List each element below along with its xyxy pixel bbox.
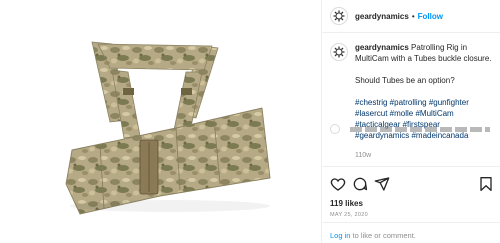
share-icon[interactable] xyxy=(374,176,390,192)
comment-preview-line xyxy=(350,127,490,132)
chest-rig-photo xyxy=(65,41,271,215)
action-bar xyxy=(322,166,500,200)
header-separator: • xyxy=(411,11,415,21)
login-prompt-text: to like or comment. xyxy=(350,231,416,240)
caption-comment: geardynamics Patrolling Rig in MultiCam … xyxy=(330,42,492,161)
bookmark-icon[interactable] xyxy=(478,176,494,192)
post-date: MAY 25, 2020 xyxy=(330,212,368,218)
next-comment-preview xyxy=(330,124,498,136)
commenter-avatar[interactable] xyxy=(330,124,340,134)
post-sidebar: geardynamics • Follow geardynamics Patro… xyxy=(322,0,500,243)
heart-icon[interactable] xyxy=(330,176,346,192)
gear-logo-icon[interactable] xyxy=(330,7,348,25)
post-image[interactable] xyxy=(0,0,322,243)
caption-question: Should Tubes be an option? xyxy=(355,76,455,85)
comment-icon[interactable] xyxy=(352,176,368,192)
follow-button[interactable]: Follow xyxy=(418,12,443,21)
post-header: geardynamics • Follow xyxy=(322,0,500,33)
caption-username[interactable]: geardynamics xyxy=(355,43,409,52)
gear-logo-icon[interactable] xyxy=(330,43,348,61)
caption-body: geardynamics Patrolling Rig in MultiCam … xyxy=(355,42,492,161)
login-link[interactable]: Log in xyxy=(330,231,350,240)
instagram-post: geardynamics • Follow geardynamics Patro… xyxy=(0,0,500,243)
header-username[interactable]: geardynamics xyxy=(355,12,409,21)
comments-section: geardynamics Patrolling Rig in MultiCam … xyxy=(322,34,500,166)
likes-count[interactable]: 119 likes xyxy=(330,199,363,208)
caption-time: 110w xyxy=(355,152,372,159)
login-prompt: Log in to like or comment. xyxy=(322,222,500,243)
